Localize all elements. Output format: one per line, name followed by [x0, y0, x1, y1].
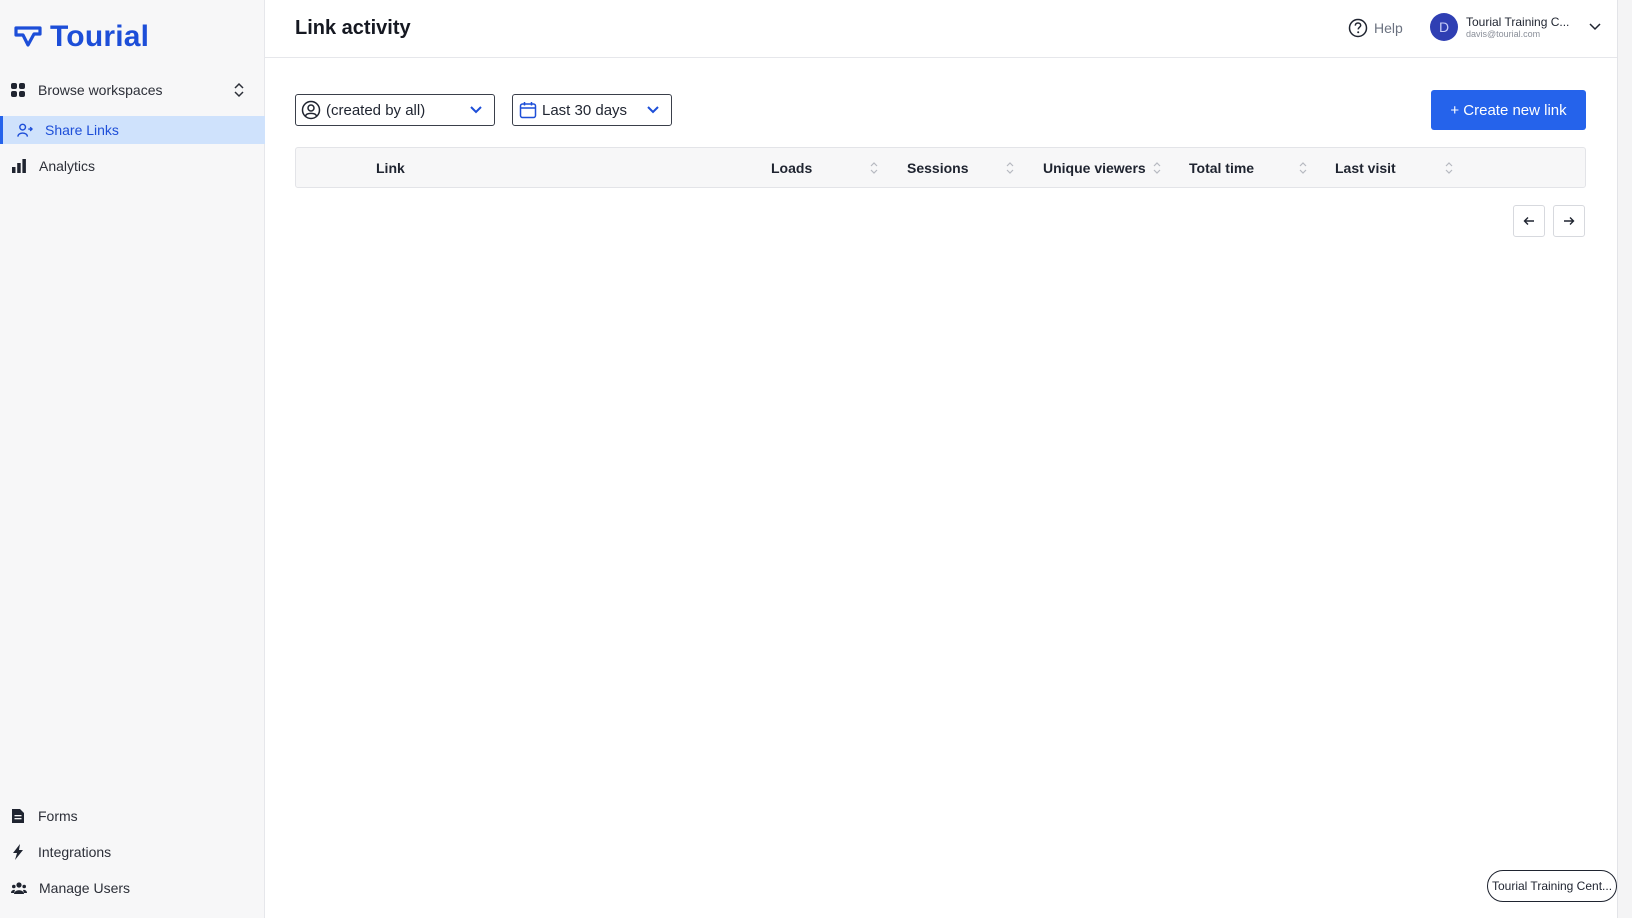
scrollbar[interactable] [1617, 0, 1632, 918]
create-new-link-button[interactable]: + Create new link [1431, 90, 1586, 130]
browse-workspaces[interactable]: Browse workspaces [10, 78, 255, 102]
user-menu[interactable]: D Tourial Training C... davis@tourial.co… [1430, 13, 1602, 41]
document-icon [12, 809, 24, 823]
column-header-unique-viewers[interactable]: Unique viewers [1043, 160, 1146, 176]
creator-filter-value: (created by all) [326, 101, 426, 119]
brand-name: Tourial [50, 20, 150, 53]
pagination-next-button[interactable] [1553, 205, 1585, 237]
sidebar-item-label: Analytics [39, 158, 96, 174]
sidebar-item-share-links[interactable]: Share Links [0, 116, 265, 144]
sidebar-item-analytics[interactable]: Analytics [0, 152, 265, 180]
share-users-icon [17, 123, 33, 137]
lightning-icon [13, 844, 23, 860]
sidebar-item-label: Forms [38, 808, 78, 824]
sidebar-item-label: Manage Users [39, 880, 131, 896]
column-header-sessions[interactable]: Sessions [907, 160, 968, 176]
user-name: Tourial Training C... [1466, 15, 1570, 29]
sort-icon[interactable] [870, 161, 878, 175]
sort-icon[interactable] [1153, 161, 1161, 175]
main-content: Link activity Help D Tourial Training C.… [265, 0, 1632, 918]
browse-workspaces-label: Browse workspaces [38, 82, 163, 98]
app-root: Tourial Browse workspaces Share Links An… [0, 0, 1632, 918]
users-icon [11, 882, 27, 894]
help-circle-icon [1348, 18, 1368, 38]
sidebar-item-manage-users[interactable]: Manage Users [0, 874, 265, 902]
sidebar-item-integrations[interactable]: Integrations [0, 838, 265, 866]
brand-logo[interactable]: Tourial [14, 20, 149, 54]
workspace-chip[interactable]: Tourial Training Cent... [1487, 870, 1617, 902]
links-table-header: Link Loads Sessions Unique viewers Total… [295, 147, 1586, 188]
creator-filter-select[interactable]: (created by all) [295, 94, 495, 126]
user-email: davis@tourial.com [1466, 29, 1541, 39]
calendar-icon [519, 102, 537, 119]
help-link[interactable]: Help [1348, 18, 1403, 38]
date-range-select[interactable]: Last 30 days [512, 94, 672, 126]
chevron-down-icon [1589, 23, 1601, 31]
column-header-last-visit[interactable]: Last visit [1335, 160, 1396, 176]
user-info: Tourial Training C... davis@tourial.com [1466, 15, 1578, 39]
date-range-value: Last 30 days [542, 101, 628, 119]
sidebar-item-label: Integrations [38, 844, 112, 860]
page-title: Link activity [295, 17, 411, 39]
chevron-down-icon [470, 106, 482, 114]
chevron-down-icon [647, 106, 659, 114]
sidebar-item-label: Share Links [45, 122, 119, 138]
column-header-loads[interactable]: Loads [771, 160, 812, 176]
grid-icon [11, 83, 25, 97]
chevron-up-down-icon [234, 82, 244, 98]
sidebar-item-forms[interactable]: Forms [0, 802, 265, 830]
sort-icon[interactable] [1006, 161, 1014, 175]
arrow-right-icon [1564, 217, 1575, 225]
arrow-left-icon [1523, 217, 1534, 225]
column-header-link[interactable]: Link [376, 160, 405, 176]
sort-icon[interactable] [1445, 161, 1453, 175]
sort-icon[interactable] [1299, 161, 1307, 175]
bar-chart-icon [12, 159, 26, 173]
column-header-total-time[interactable]: Total time [1189, 160, 1254, 176]
user-circle-icon [301, 100, 321, 120]
avatar: D [1430, 13, 1458, 41]
sidebar: Tourial Browse workspaces Share Links An… [0, 0, 265, 918]
pagination-prev-button[interactable] [1513, 205, 1545, 237]
tourial-logo-icon [14, 26, 42, 47]
help-label: Help [1374, 20, 1403, 36]
top-bar: Link activity Help D Tourial Training C.… [265, 0, 1617, 58]
